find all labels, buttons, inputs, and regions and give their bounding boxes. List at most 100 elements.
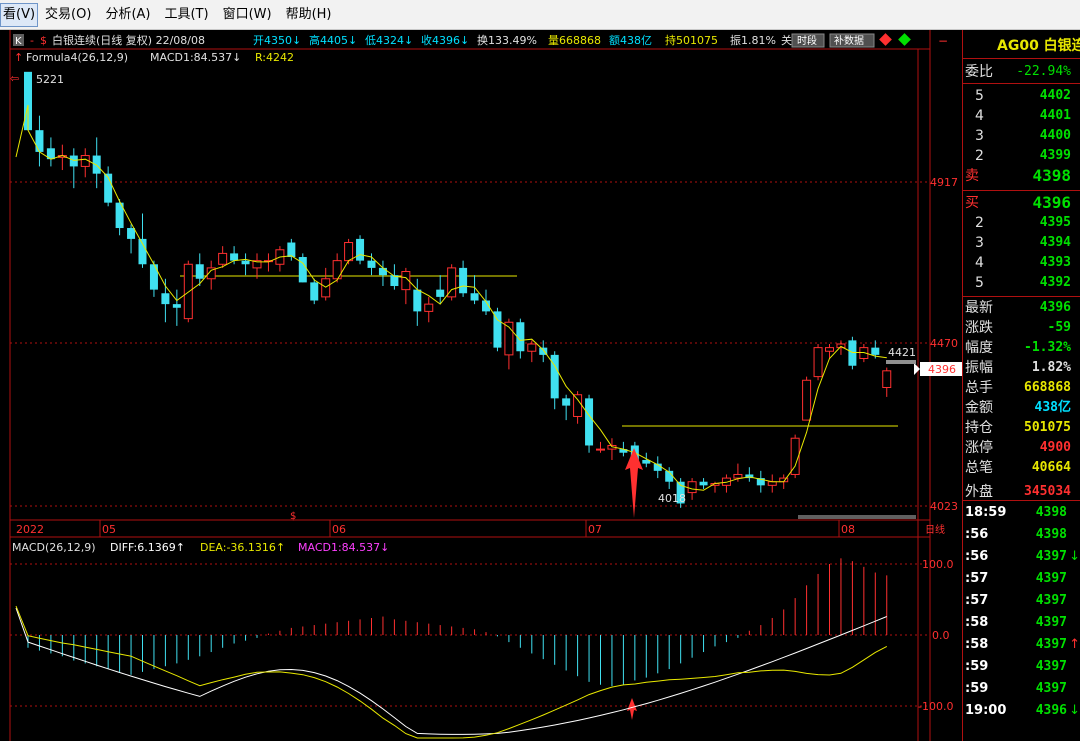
tick-direction-icon: ↓ (1069, 703, 1080, 718)
tick-row-label: :58 (965, 637, 989, 652)
bid-level-label: 5 (975, 275, 984, 291)
bid-level-label: 3 (975, 235, 984, 251)
ask-level-label: 3 (975, 128, 984, 144)
red-diamond-icon[interactable] (879, 33, 892, 46)
recent-price-label: 4421 (888, 346, 916, 359)
amplitude: 振1.81% (730, 33, 776, 47)
red-up-arrow-macd (627, 698, 637, 720)
macd-axis-100: 100.0 (922, 558, 954, 571)
scroll-thumb[interactable] (798, 515, 916, 519)
dollar-icon[interactable]: $ (40, 34, 47, 47)
stat-row-value: 501075 (1024, 420, 1071, 435)
bid-level: 3 4394 (963, 233, 1080, 253)
tick-row: :59 4397 (963, 679, 1080, 699)
date-label-2022: 2022 (16, 523, 44, 536)
stat-row-value: 668868 (1024, 380, 1071, 395)
menu-help[interactable]: 帮助(H) (279, 0, 339, 30)
axis-label-4470: 4470 (930, 337, 958, 350)
high-price: 高4405↓ (309, 33, 357, 47)
tick-row: :56 4397 ↓ (963, 547, 1080, 567)
tick-row: 19:00 4396 ↓ (963, 701, 1080, 721)
candle-body (172, 304, 181, 308)
volume: 量668868 (548, 34, 601, 47)
stat-row-value: 1.82% (1031, 360, 1071, 375)
macd-axis-neg100: -100.0 (918, 700, 953, 713)
menu-bar: 看(V) 交易(O) 分析(A) 工具(T) 窗口(W) 帮助(H) (0, 0, 1080, 30)
candle-body (195, 264, 204, 279)
tick-row: :59 4397 (963, 657, 1080, 677)
stat-row-value: 4396 (1039, 300, 1071, 315)
date-label-08: 08 (841, 523, 855, 536)
stat-row-label: 金额 (965, 400, 993, 416)
chart-area[interactable]: K - $ 白银连续(日线 复权) 22/08/08 开4350↓ 高4405↓… (0, 30, 962, 741)
recent-price-bar (886, 360, 916, 364)
macd-dea: DEA:-36.1316↑ (200, 541, 285, 554)
kline-chart[interactable]: K - $ 白银连续(日线 复权) 22/08/08 开4350↓ 高4405↓… (0, 30, 962, 741)
candle-body (149, 264, 158, 290)
low-price: 低4324↓ (365, 34, 413, 47)
ask-level: 2 4399 (963, 146, 1080, 166)
axis-label-4917: 4917 (930, 176, 958, 189)
bid-level-label: 2 (975, 215, 984, 231)
menu-analysis[interactable]: 分析(A) (98, 0, 157, 30)
candle-body (436, 289, 445, 297)
weibi-label: 委比 (965, 64, 993, 80)
candle-body (813, 347, 823, 378)
bid-level: 2 4395 (963, 213, 1080, 233)
candle-body (459, 267, 468, 294)
open-price: 开4350↓ (253, 34, 301, 47)
fill-data-label: 补数据 (834, 34, 864, 47)
menu-window[interactable]: 窗口(W) (216, 0, 279, 30)
candle-body (413, 289, 422, 312)
menu-tools[interactable]: 工具(T) (157, 0, 215, 30)
ask-level-label: 2 (975, 148, 984, 164)
stat-row: 振幅 1.82% (963, 358, 1080, 378)
bid-level: 买 4396 (963, 193, 1080, 213)
ask-level: 4 4401 (963, 106, 1080, 126)
time-period-label: 时段 (797, 34, 817, 47)
ask-level-value: 4402 (1039, 88, 1071, 103)
candle-body (882, 370, 892, 388)
candle-body (573, 394, 583, 417)
stat-row: 总笔 40664 (963, 458, 1080, 478)
stat-row-value: 40664 (1031, 460, 1071, 475)
ask-level-value: 4399 (1039, 148, 1071, 163)
tick-row: :57 4397 (963, 569, 1080, 589)
candle-body (356, 238, 365, 261)
tick-row-value: 4397 (1035, 637, 1067, 652)
symbol-name: AG00 白银连 (997, 38, 1080, 54)
current-price-label: 4396 (928, 363, 956, 376)
formula-r: R:4242 (255, 51, 294, 64)
tick-row-label: 18:59 (965, 505, 1007, 520)
stat-row-value: 4900 (1039, 440, 1071, 455)
menu-view[interactable]: 看(V) (0, 2, 39, 27)
tick-row: :58 4397 ↑ (963, 635, 1080, 655)
arrow-up-icon: ↑ (14, 51, 23, 64)
stat-row-label: 涨停 (965, 440, 993, 456)
tick-row-label: :56 (965, 527, 989, 542)
date-label-07: 07 (588, 523, 602, 536)
tick-row-value: 4398 (1035, 505, 1067, 520)
stat-row-label: 持仓 (965, 420, 993, 436)
green-diamond-icon[interactable] (898, 33, 911, 46)
tick-row-label: :58 (965, 615, 989, 630)
bid-level-label: 买 (965, 195, 979, 211)
stat-row: 涨跌 -59 (963, 318, 1080, 338)
minus-window-icon[interactable]: − (938, 34, 948, 48)
bid-level: 4 4393 (963, 253, 1080, 273)
tick-row-value: 4397 (1035, 593, 1067, 608)
candle-body (218, 252, 228, 265)
candle-body (69, 155, 78, 167)
weibi-row: 委比 -22.94% (963, 62, 1080, 82)
candle-body (35, 130, 44, 152)
ask-level-value: 4401 (1039, 108, 1071, 123)
menu-trade[interactable]: 交易(O) (38, 0, 98, 30)
stat-row: 总手 668868 (963, 378, 1080, 398)
formula-macd1: MACD1:84.537↓ (150, 51, 241, 64)
minus-icon[interactable]: - (30, 34, 34, 47)
tick-row-value: 4398 (1035, 527, 1067, 542)
stat-row-label: 涨跌 (965, 320, 993, 336)
bid-level-value: 4396 (1032, 193, 1071, 212)
candle-body (183, 263, 193, 320)
divider (963, 83, 1080, 84)
